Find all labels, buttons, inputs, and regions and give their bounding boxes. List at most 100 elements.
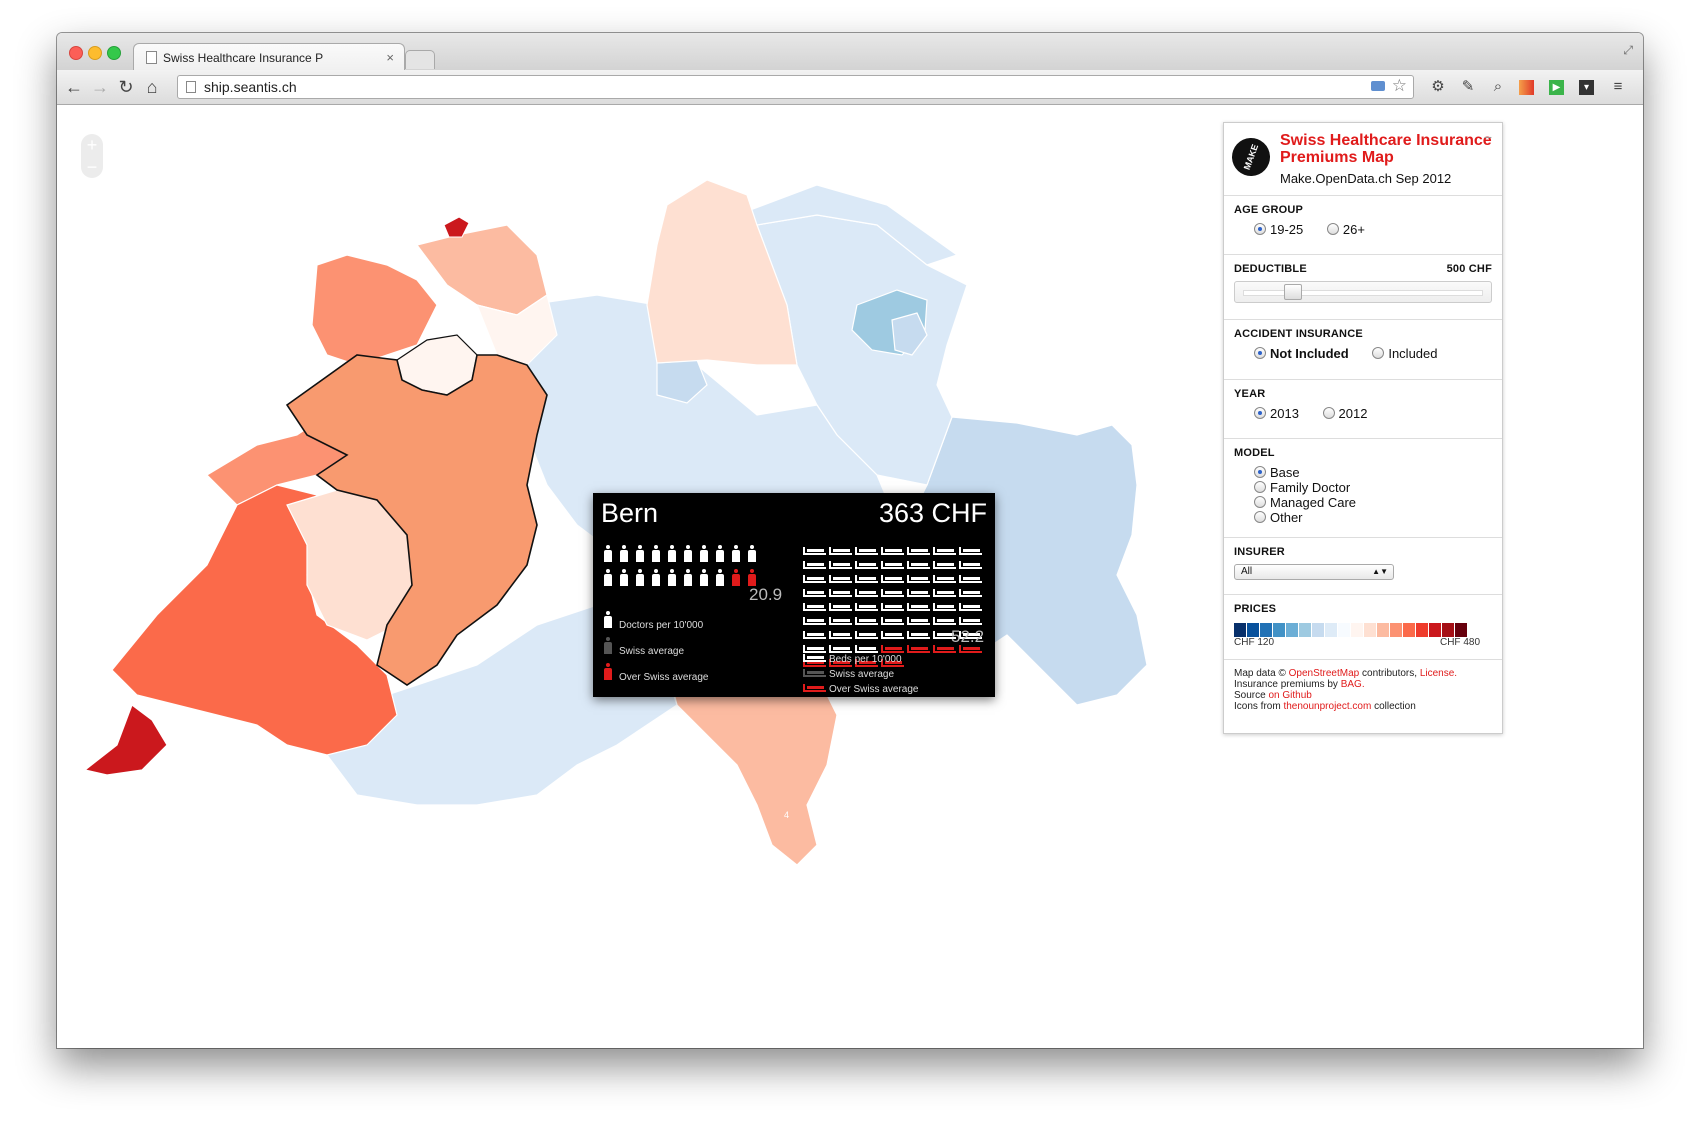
not-included-option[interactable]: Not Included — [1254, 346, 1349, 361]
credits-text: Insurance premiums by — [1234, 679, 1341, 690]
option-label: 2013 — [1270, 406, 1299, 421]
model-family-doctor-option[interactable]: Family Doctor — [1254, 480, 1492, 495]
bed-icon — [907, 631, 930, 639]
doctors-legend-label: Doctors per 10'000 — [619, 620, 704, 631]
year-2013-option[interactable]: 2013 — [1254, 406, 1299, 421]
option-label: Base — [1270, 465, 1300, 480]
canton-geneva[interactable] — [83, 704, 168, 776]
bed-icon — [881, 575, 904, 583]
insurer-select[interactable]: All ▲▼ — [1234, 564, 1394, 580]
color-extension-icon[interactable] — [1519, 80, 1534, 95]
year-2012-option[interactable]: 2012 — [1322, 406, 1367, 421]
slider-thumb[interactable] — [1284, 284, 1302, 300]
doctor-icon — [699, 545, 709, 562]
bed-icon — [959, 589, 982, 597]
prices-section: PRICES CHF 120 CHF 480 — [1224, 594, 1502, 659]
price-swatch — [1416, 623, 1428, 637]
radio-managed-care[interactable] — [1254, 496, 1266, 508]
play-extension-icon[interactable]: ▶ — [1549, 80, 1564, 95]
age-19-25-option[interactable]: 19-25 — [1254, 222, 1303, 237]
address-bar[interactable]: ship.seantis.ch ☆ — [177, 75, 1414, 99]
bed-icon — [933, 589, 956, 597]
minimize-window-button[interactable] — [88, 46, 102, 60]
tooltip-price: 363 CHF — [878, 498, 987, 528]
forward-icon[interactable]: → — [89, 77, 111, 97]
option-label: 26+ — [1342, 222, 1365, 237]
bookmark-star-icon[interactable]: ☆ — [1392, 75, 1407, 97]
bed-icon — [907, 575, 930, 583]
browser-toolbar: ← → ↻ ⌂ ship.seantis.ch ☆ ⚙ ✎ ⌕ ▶ ▾ ≡ — [57, 70, 1643, 105]
price-swatch — [1442, 623, 1454, 637]
ticino-label: 4 — [784, 810, 789, 820]
doctor-icon — [747, 545, 757, 562]
dark-extension-icon[interactable]: ▾ — [1579, 80, 1594, 95]
option-label: Not Included — [1270, 346, 1349, 361]
tooltip-canton-name: Bern — [601, 498, 659, 528]
person-icon — [603, 611, 613, 628]
doctor-icon — [699, 569, 709, 586]
price-swatch — [1351, 623, 1363, 637]
radio-base[interactable] — [1254, 466, 1266, 478]
slider-track — [1243, 290, 1483, 296]
age-26-plus-option[interactable]: 26+ — [1326, 222, 1365, 237]
model-managed-care-option[interactable]: Managed Care — [1254, 495, 1492, 510]
new-tab-button[interactable] — [405, 50, 435, 69]
github-link[interactable]: on Github — [1268, 690, 1311, 701]
radio-2012[interactable] — [1322, 407, 1335, 419]
insurer-section: INSURER All ▲▼ — [1224, 537, 1502, 594]
radio-19-25[interactable] — [1254, 223, 1266, 235]
radio-2013[interactable] — [1254, 407, 1266, 419]
back-icon[interactable]: ← — [63, 77, 85, 97]
price-swatch — [1247, 623, 1259, 637]
translate-icon[interactable] — [1371, 81, 1385, 91]
radio-included[interactable] — [1372, 347, 1385, 359]
doctors-value: 20.9 — [749, 585, 783, 604]
reload-icon[interactable]: ↻ — [115, 77, 137, 97]
wrench-icon[interactable]: ✎ — [1459, 78, 1477, 96]
doctor-icon — [683, 569, 693, 586]
deductible-value: 500 CHF — [1446, 263, 1492, 275]
radio-other[interactable] — [1254, 511, 1266, 523]
bed-icon — [907, 547, 930, 555]
nounproject-link[interactable]: thenounproject.com — [1283, 701, 1371, 712]
credits-text: Source — [1234, 690, 1269, 701]
radio-26-plus[interactable] — [1326, 223, 1339, 235]
fullscreen-icon[interactable]: ⤢ — [1623, 43, 1633, 58]
close-window-button[interactable] — [69, 46, 83, 60]
doctor-icon — [747, 569, 757, 586]
maximize-window-button[interactable] — [107, 46, 121, 60]
price-swatch — [1429, 623, 1441, 637]
tab-close-icon[interactable]: × — [386, 50, 394, 65]
included-option[interactable]: Included — [1372, 346, 1438, 361]
bed-icon — [803, 547, 826, 555]
home-icon[interactable]: ⌂ — [141, 77, 163, 97]
age-group-section: AGE GROUP 19-25 26+ — [1224, 195, 1502, 254]
magnifier-extension-icon[interactable]: ⌕ — [1489, 78, 1507, 96]
bed-icon — [855, 547, 878, 555]
deductible-slider[interactable] — [1234, 281, 1492, 303]
bed-icon — [829, 547, 852, 555]
canton-tooltip: Bern 363 CHF 20.9 Doctors per 10'000 Swi… — [593, 493, 995, 697]
doctor-icon — [635, 569, 645, 586]
menu-icon[interactable]: ≡ — [1609, 78, 1627, 96]
year-label: YEAR — [1234, 388, 1266, 400]
doctor-icon — [731, 569, 741, 586]
model-base-option[interactable]: Base — [1254, 465, 1492, 480]
osm-link[interactable]: OpenStreetMap — [1289, 668, 1360, 679]
bed-icon — [933, 575, 956, 583]
browser-tab[interactable]: Swiss Healthcare Insurance P × — [133, 43, 405, 71]
model-other-option[interactable]: Other — [1254, 510, 1492, 525]
bag-link[interactable]: BAG. — [1341, 679, 1365, 690]
bed-icon — [829, 617, 852, 625]
collapse-button[interactable]: − — [1484, 129, 1492, 145]
license-link[interactable]: License. — [1420, 668, 1457, 679]
gear-icon[interactable]: ⚙ — [1429, 78, 1447, 96]
tab-title: Swiss Healthcare Insurance P — [163, 50, 324, 65]
radio-family-doctor[interactable] — [1254, 481, 1266, 493]
credits-section: Map data © OpenStreetMap contributors, L… — [1224, 659, 1502, 720]
doctor-icon — [651, 569, 661, 586]
radio-not-included[interactable] — [1254, 347, 1266, 359]
bed-icon — [881, 617, 904, 625]
canton-basel-land[interactable] — [415, 224, 548, 316]
credits-text: Map data © — [1234, 668, 1289, 679]
